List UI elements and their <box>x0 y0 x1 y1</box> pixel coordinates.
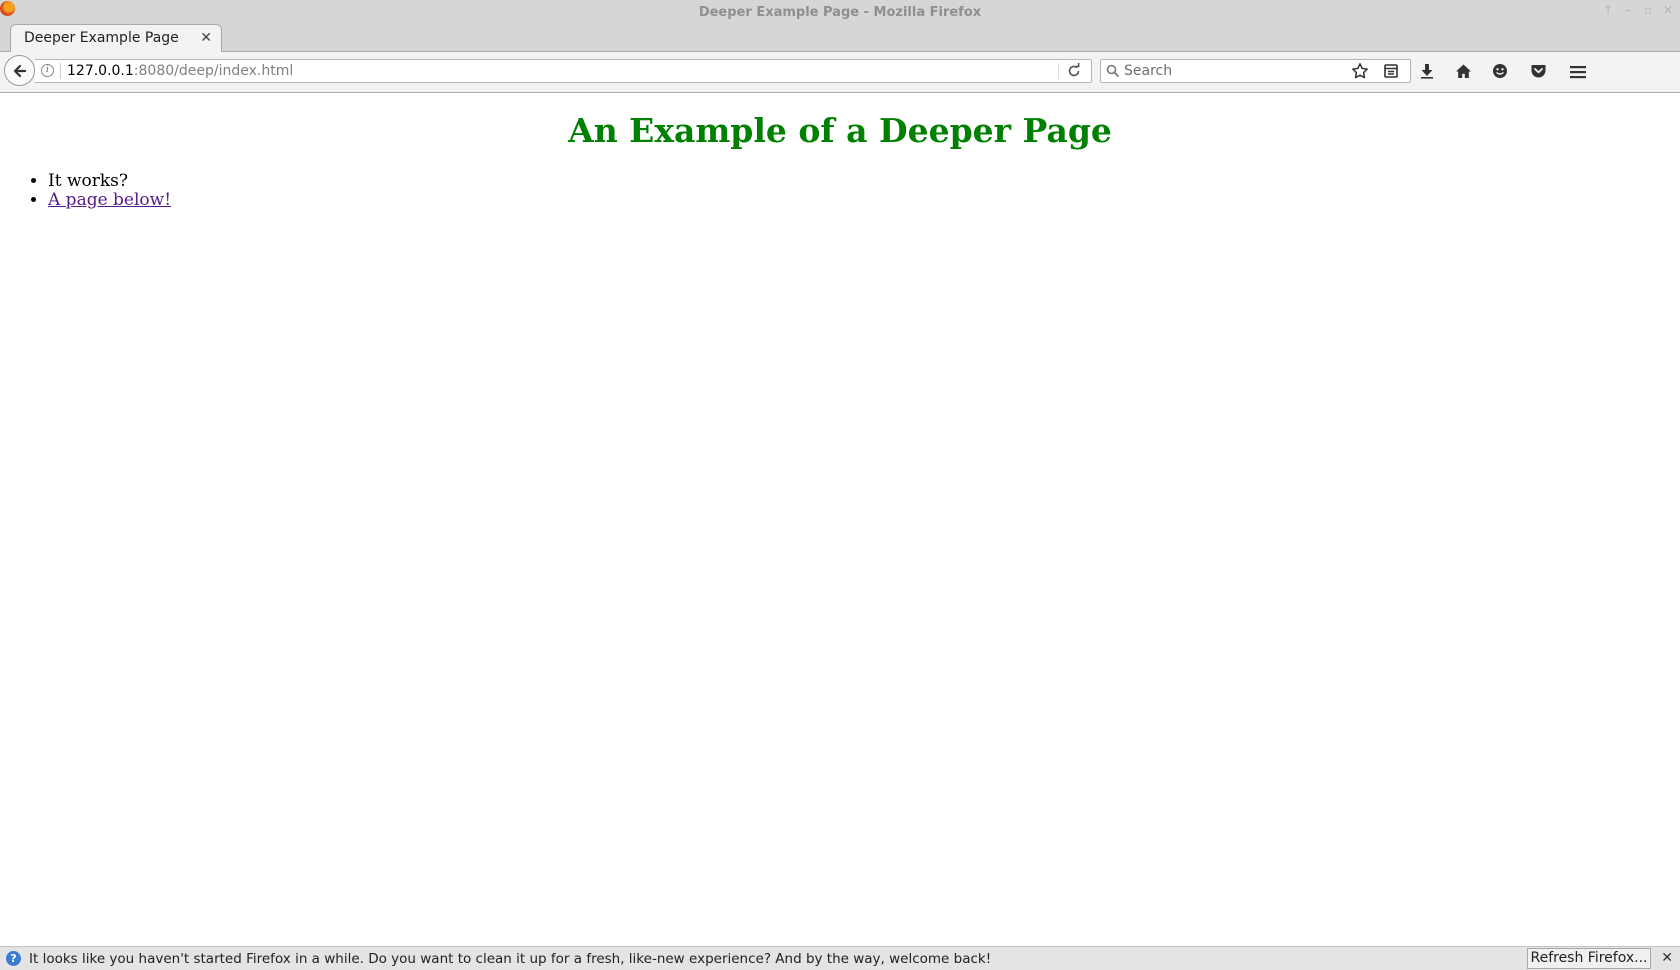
bookmark-star-button[interactable] <box>1349 60 1371 82</box>
page-below-link[interactable]: A page below! <box>48 190 171 210</box>
back-button[interactable] <box>4 55 35 86</box>
url-path: :8080/deep/index.html <box>133 63 294 79</box>
url-separator <box>60 63 61 79</box>
back-icon <box>13 64 26 77</box>
window-close-icon[interactable]: ✕ <box>1662 4 1674 16</box>
refresh-firefox-button[interactable]: Refresh Firefox... <box>1527 948 1651 969</box>
reload-separator <box>1058 63 1059 79</box>
home-icon <box>1455 64 1471 78</box>
notification-close-icon[interactable]: ✕ <box>1661 950 1673 966</box>
info-icon[interactable]: i <box>41 64 54 77</box>
window-controls: ↑ – ▫ ✕ <box>1602 4 1674 16</box>
window-titlebar: Deeper Example Page - Mozilla Firefox ↑ … <box>0 0 1680 24</box>
notification-message: It looks like you haven't started Firefo… <box>29 951 992 967</box>
url-bar[interactable]: i 127.0.0.1:8080/deep/index.html <box>35 59 1092 83</box>
hamburger-menu-button[interactable] <box>1567 61 1589 83</box>
list-item-text: It works? <box>48 171 129 191</box>
smiley-icon <box>1493 64 1507 78</box>
bullet-list: It works? A page below! <box>30 172 171 210</box>
pocket-icon <box>1531 65 1545 78</box>
list-item: A page below! <box>48 191 171 210</box>
url-host: 127.0.0.1 <box>67 63 134 79</box>
home-button[interactable] <box>1452 60 1474 82</box>
tab-close-icon[interactable]: ✕ <box>200 30 212 46</box>
window-up-icon[interactable]: ↑ <box>1602 4 1614 16</box>
hamburger-menu-icon <box>1570 66 1586 79</box>
page-heading: An Example of a Deeper Page <box>568 111 1112 150</box>
tab-deeper-example-page[interactable]: Deeper Example Page ✕ <box>10 24 222 52</box>
search-icon <box>1106 64 1120 78</box>
navigation-toolbar: i 127.0.0.1:8080/deep/index.html <box>0 52 1680 93</box>
tab-strip: Deeper Example Page ✕ + <box>0 24 1680 72</box>
bookmark-star-icon <box>1352 63 1368 79</box>
window-maximize-icon[interactable]: ▫ <box>1642 4 1654 16</box>
window-title: Deeper Example Page - Mozilla Firefox <box>698 5 982 20</box>
pocket-button[interactable] <box>1527 60 1549 82</box>
reading-list-icon <box>1384 64 1398 78</box>
list-item: It works? <box>48 172 171 191</box>
question-icon: ? <box>6 951 21 966</box>
download-icon <box>1421 64 1433 79</box>
notification-bar: ? It looks like you haven't started Fire… <box>0 946 1680 970</box>
page-content: An Example of a Deeper Page It works? A … <box>0 93 1680 946</box>
url-text[interactable]: 127.0.0.1:8080/deep/index.html <box>67 63 293 79</box>
smiley-button[interactable] <box>1489 60 1511 82</box>
reading-list-button[interactable] <box>1380 60 1402 82</box>
download-button[interactable] <box>1416 60 1438 82</box>
tab-title: Deeper Example Page <box>24 30 179 46</box>
window-minimize-icon[interactable]: – <box>1622 4 1634 16</box>
reload-icon[interactable] <box>1065 62 1083 80</box>
